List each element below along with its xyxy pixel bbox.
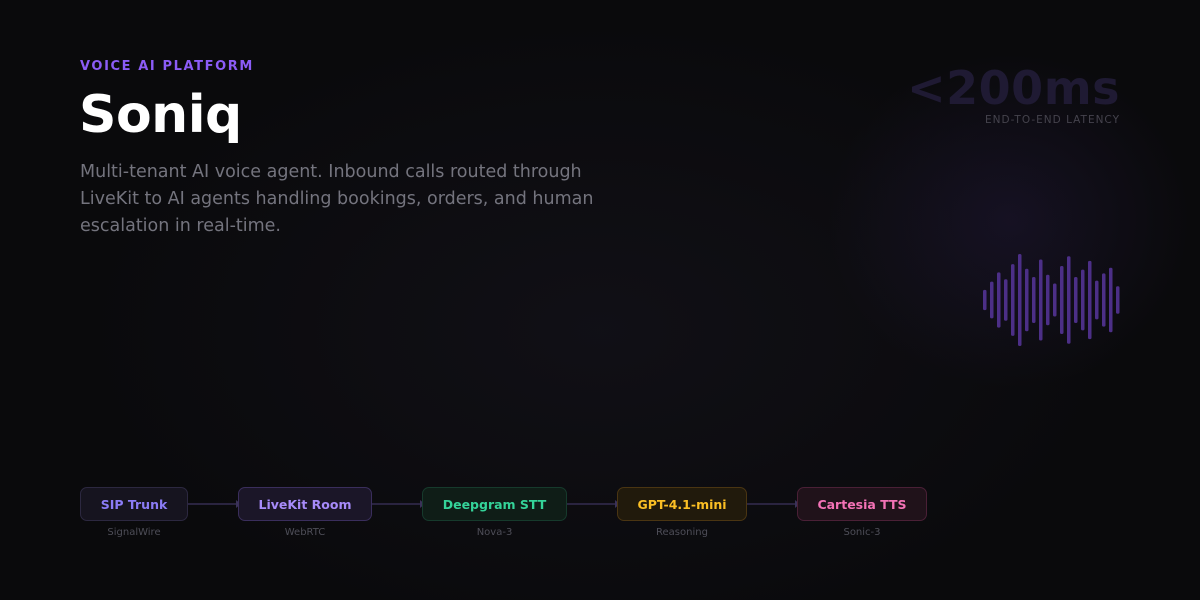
waveform-bar xyxy=(1095,280,1099,320)
waveform-bar xyxy=(1088,260,1092,340)
waveform-bar xyxy=(990,281,994,319)
pipeline-stage-livekit-room: LiveKit Room WebRTC xyxy=(238,487,372,538)
pipeline-sublabel: Sonic-3 xyxy=(843,527,881,538)
latency-value: <200ms xyxy=(907,61,1120,115)
waveform-bar xyxy=(1039,259,1043,341)
pipeline-sublabel: SignalWire xyxy=(107,527,161,538)
waveform-bar xyxy=(1116,286,1120,314)
pipeline-sublabel: Nova-3 xyxy=(476,527,513,538)
pipeline-chip: GPT-4.1-mini xyxy=(617,487,747,521)
waveform-bar xyxy=(1067,256,1071,344)
pipeline-chip: Cartesia TTS xyxy=(797,487,927,521)
waveform-bar xyxy=(1046,274,1050,326)
pipeline-sublabel: WebRTC xyxy=(284,527,326,538)
product-description: Multi-tenant AI voice agent. Inbound cal… xyxy=(80,162,594,236)
waveform-bar xyxy=(1004,279,1008,321)
waveform-bar xyxy=(1102,273,1106,327)
waveform-bar xyxy=(1109,267,1113,333)
eyebrow-label: VOICE AI PLATFORM xyxy=(80,59,254,74)
pipeline-chip: Deepgram STT xyxy=(422,487,567,521)
pipeline-chip: SIP Trunk xyxy=(80,487,188,521)
pipeline-stage-deepgram-stt: Deepgram STT Nova-3 xyxy=(422,487,567,538)
latency-metric: <200ms END-TO-END LATENCY xyxy=(907,62,1120,126)
pipeline-sublabel: Reasoning xyxy=(656,527,708,538)
pipeline-stage-cartesia-tts: Cartesia TTS Sonic-3 xyxy=(797,487,927,538)
audio-waveform-icon xyxy=(983,254,1120,346)
waveform-bar xyxy=(983,289,987,311)
waveform-bar xyxy=(1074,277,1078,323)
pipeline-chip: LiveKit Room xyxy=(238,487,372,521)
waveform-bar xyxy=(1032,277,1036,323)
waveform-bar xyxy=(997,272,1001,328)
waveform-bar xyxy=(1011,264,1015,336)
latency-label: END-TO-END LATENCY xyxy=(985,113,1120,126)
pipeline-stage-sip-trunk: SIP Trunk SignalWire xyxy=(80,487,188,538)
waveform-bar xyxy=(1081,269,1085,331)
waveform-bar xyxy=(1053,283,1057,317)
pipeline-stage-gpt-4-1-mini: GPT-4.1-mini Reasoning xyxy=(617,487,747,538)
waveform-bar xyxy=(1060,265,1064,335)
waveform-bar xyxy=(1018,254,1022,346)
waveform-bar xyxy=(1025,268,1029,332)
product-title: Soniq xyxy=(79,85,242,145)
